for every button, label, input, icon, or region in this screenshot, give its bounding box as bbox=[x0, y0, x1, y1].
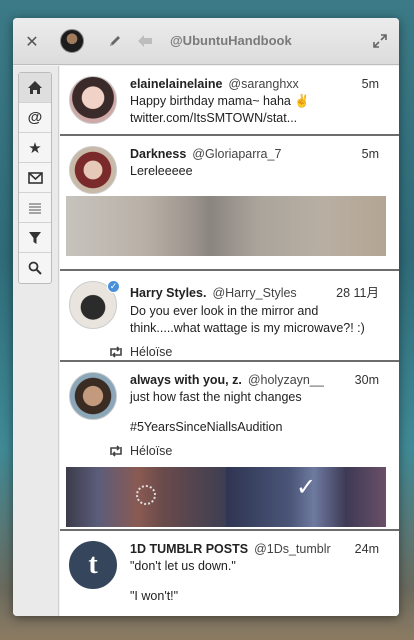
tweet[interactable]: Darkness @Gloriaparra_7 5m Lereleeeee bbox=[60, 136, 399, 271]
tweet[interactable]: always with you, z. @holyzayn__ 30m just… bbox=[60, 362, 399, 531]
loading-spinner-icon bbox=[136, 485, 156, 505]
sidebar-item-favorites[interactable]: ★ bbox=[19, 133, 51, 163]
retweeted-by[interactable]: Héloïse bbox=[130, 345, 172, 359]
envelope-icon bbox=[27, 171, 43, 184]
tweet-time: 30m bbox=[354, 373, 379, 387]
avatar[interactable] bbox=[69, 146, 117, 194]
account-name: @UbuntuHandbook bbox=[170, 33, 292, 48]
sidebar-item-search[interactable] bbox=[19, 253, 51, 283]
tweet-time: 5m bbox=[361, 77, 379, 91]
tumblr-logo-icon: t bbox=[88, 549, 98, 580]
sidebar: @ ★ bbox=[13, 66, 59, 616]
tweet-time: 24m bbox=[354, 542, 379, 556]
tweet-text: just how fast the night changes #5YearsS… bbox=[130, 389, 379, 436]
tweet-author-name[interactable]: Darkness bbox=[130, 147, 186, 161]
tweet-media-image[interactable]: ✓ bbox=[226, 467, 386, 527]
retweet-info: Héloïse bbox=[108, 345, 379, 359]
close-icon[interactable]: ✕ bbox=[25, 32, 39, 52]
tweet-author-handle[interactable]: @Gloriaparra_7 bbox=[192, 147, 281, 161]
avatar[interactable]: t bbox=[69, 541, 117, 589]
tweet-text-line: "I won't!" bbox=[130, 589, 179, 603]
tweet-time: 28 11月 bbox=[336, 286, 379, 300]
tweet-author-name[interactable]: Harry Styles. bbox=[130, 286, 206, 300]
tweet[interactable]: elainelainelaine @saranghxx 5m Happy bir… bbox=[60, 66, 399, 136]
tweet-author-name[interactable]: elainelainelaine bbox=[130, 77, 222, 91]
search-icon bbox=[28, 261, 42, 275]
title-bar: ✕ @UbuntuHandbook bbox=[13, 18, 399, 65]
retweet-icon bbox=[110, 346, 122, 358]
avatar[interactable] bbox=[69, 372, 117, 420]
tweet[interactable]: ✓ Harry Styles. @Harry_Styles 28 11月 Do … bbox=[60, 271, 399, 362]
funnel-icon bbox=[29, 231, 41, 244]
avatar[interactable] bbox=[69, 76, 117, 124]
tweet[interactable]: t 1D TUMBLR POSTS @1Ds_tumblr 24m "don't… bbox=[60, 531, 399, 616]
tweet-text-line: just how fast the night changes bbox=[130, 390, 302, 404]
tweet-author-handle[interactable]: @holyzayn__ bbox=[248, 373, 324, 387]
tweet-media-image[interactable] bbox=[66, 196, 386, 256]
tweet-time: 5m bbox=[361, 147, 379, 161]
timeline[interactable]: elainelainelaine @saranghxx 5m Happy bir… bbox=[60, 66, 399, 616]
sidebar-item-home[interactable] bbox=[19, 73, 51, 103]
checkmark-icon: ✓ bbox=[296, 474, 317, 501]
home-icon bbox=[28, 81, 42, 94]
arrow-left-icon[interactable] bbox=[137, 34, 153, 53]
tweet-text: Happy birthday mama~ haha ✌ twitter.com/… bbox=[130, 94, 310, 125]
tweet-author-name[interactable]: always with you, z. bbox=[130, 373, 242, 387]
tweet-text: Do you ever look in the mirror and think… bbox=[130, 304, 365, 335]
tweet-author-handle[interactable]: @saranghxx bbox=[228, 77, 298, 91]
tweet-media-image[interactable] bbox=[66, 467, 226, 527]
sidebar-nav: @ ★ bbox=[18, 72, 52, 284]
sidebar-item-lists[interactable] bbox=[19, 193, 51, 223]
sidebar-item-filters[interactable] bbox=[19, 223, 51, 253]
maximize-icon[interactable] bbox=[373, 34, 387, 53]
sidebar-item-messages[interactable] bbox=[19, 163, 51, 193]
pencil-icon[interactable] bbox=[107, 33, 123, 54]
retweet-info: Héloïse bbox=[108, 444, 379, 458]
verified-badge: ✓ bbox=[107, 280, 120, 293]
account-avatar[interactable] bbox=[60, 29, 84, 53]
tweet-author-name[interactable]: 1D TUMBLR POSTS bbox=[130, 542, 248, 556]
sidebar-item-mentions[interactable]: @ bbox=[19, 103, 51, 133]
tweet-author-handle[interactable]: @1Ds_tumblr bbox=[254, 542, 331, 556]
tweet-text-line: "don't let us down." bbox=[130, 559, 236, 573]
tweet-text: Lereleeeee bbox=[130, 164, 193, 178]
star-icon: ★ bbox=[28, 139, 42, 157]
retweet-icon bbox=[110, 445, 122, 457]
retweeted-by[interactable]: Héloïse bbox=[130, 444, 172, 458]
tweet-author-handle[interactable]: @Harry_Styles bbox=[212, 286, 296, 300]
tweet-hashtag[interactable]: #5YearsSinceNiallsAudition bbox=[130, 419, 379, 436]
at-icon: @ bbox=[27, 109, 43, 126]
tweet-text: "don't let us down." "I won't!" bbox=[130, 558, 379, 605]
lines-icon bbox=[29, 203, 41, 213]
app-window: ✕ @UbuntuHandbook @ ★ elainelainelaine @… bbox=[13, 18, 399, 616]
